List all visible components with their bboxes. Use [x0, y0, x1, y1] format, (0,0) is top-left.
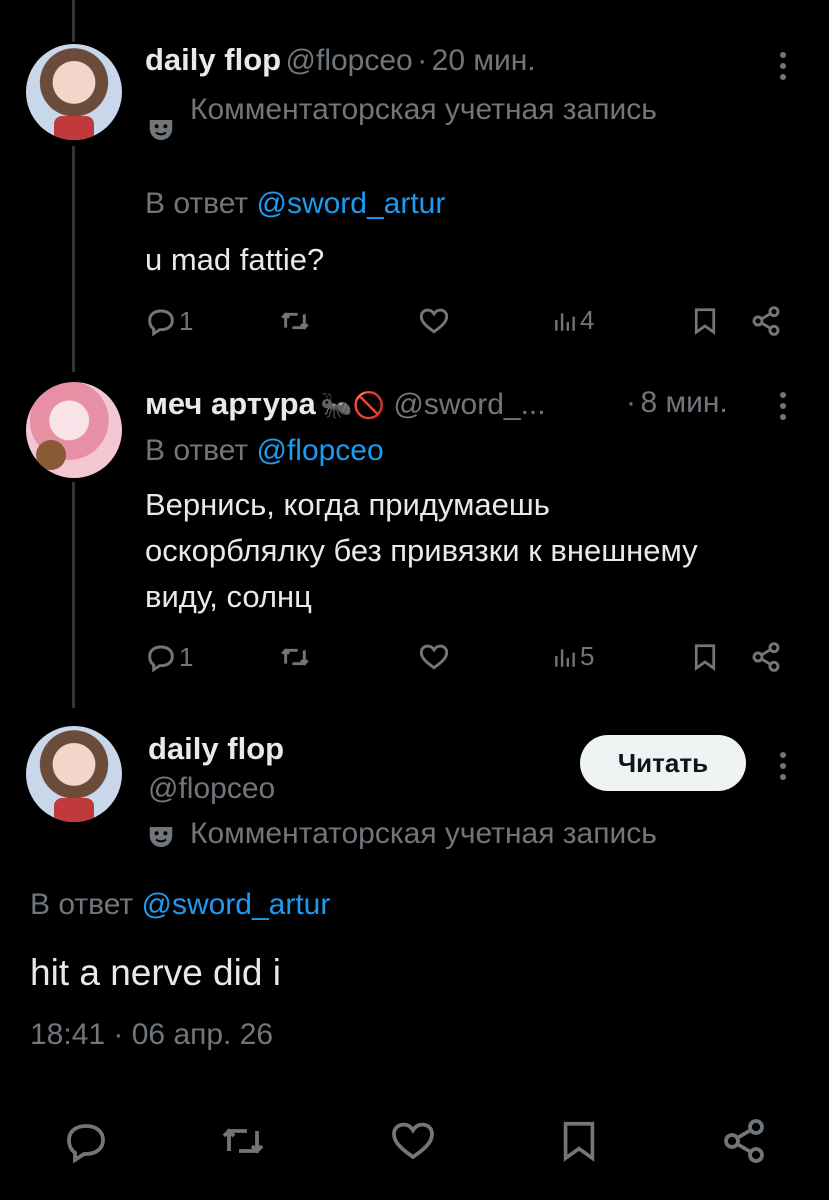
heart-icon: [419, 644, 449, 670]
author-handle[interactable]: @flopceo: [286, 44, 413, 77]
thread-line-1: [72, 146, 75, 372]
tweet-time[interactable]: 8 мин.: [640, 386, 727, 419]
share-button[interactable]: [750, 641, 782, 673]
tweet-text: u mad fattie?: [145, 242, 325, 277]
reply-count: 1: [179, 305, 194, 336]
reply-icon: [148, 645, 174, 673]
tweet-timestamp[interactable]: 18:41 · 06 апр. 26: [30, 1018, 273, 1052]
follow-button[interactable]: Читать: [580, 735, 746, 791]
views-icon: [555, 648, 575, 667]
avatar[interactable]: [26, 382, 122, 478]
mask-icon: [149, 827, 173, 847]
author-emoji: 🐜🚫: [320, 390, 385, 420]
retweet-icon: [281, 648, 309, 666]
bookmark-icon: [563, 1121, 595, 1162]
reply-button[interactable]: 1: [145, 305, 193, 337]
retweet-button[interactable]: [278, 641, 312, 673]
views-count: 5: [580, 641, 595, 671]
share-button[interactable]: [750, 305, 782, 337]
like-button[interactable]: [417, 641, 451, 673]
tweet-text-line: Вернись, когда придумаешь: [145, 487, 550, 522]
more-icon[interactable]: [779, 52, 787, 85]
tweet-text-line: виду, солнц: [145, 579, 312, 614]
author-name[interactable]: меч артура: [145, 386, 316, 421]
bookmark-icon: [694, 644, 716, 671]
bookmark-button[interactable]: [690, 641, 720, 673]
reply-icon: [67, 1124, 105, 1164]
more-icon[interactable]: [779, 392, 787, 425]
reply-prefix: В ответ: [145, 187, 249, 220]
separator-dot: ·: [417, 44, 428, 77]
bookmark-button[interactable]: [690, 305, 720, 337]
share-button[interactable]: [720, 1117, 768, 1165]
author-name[interactable]: daily flop: [148, 731, 284, 767]
reply-button[interactable]: [62, 1117, 110, 1165]
thread-line-2: [72, 482, 75, 708]
reply-prefix: В ответ: [30, 888, 134, 921]
retweet-button[interactable]: [218, 1117, 268, 1165]
tweet-text-line: оскорблялку без привязки к внешнему: [145, 533, 698, 568]
commentator-badge: Комментаторская учетная запись: [190, 817, 657, 850]
author-name[interactable]: daily flop: [145, 42, 281, 77]
views-button[interactable]: 4: [552, 305, 594, 336]
bookmark-icon: [694, 308, 716, 335]
heart-icon: [419, 308, 449, 334]
more-icon[interactable]: [779, 752, 787, 785]
share-icon: [724, 1119, 764, 1163]
like-button[interactable]: [417, 305, 451, 337]
retweet-icon: [222, 1128, 264, 1154]
heart-icon: [392, 1122, 434, 1160]
retweet-icon: [281, 312, 309, 330]
avatar[interactable]: [26, 726, 122, 822]
views-icon: [555, 312, 575, 331]
tweet-text: Вернись, когда придумаешь оскорблялку бе…: [145, 482, 698, 620]
views-button[interactable]: 5: [552, 641, 594, 672]
commentator-badge: Комментаторская учетная запись: [190, 93, 657, 126]
reply-icon: [148, 309, 174, 337]
reply-mention[interactable]: @sword_artur: [256, 187, 445, 220]
reply-mention[interactable]: @flopceo: [256, 434, 383, 467]
retweet-button[interactable]: [278, 305, 312, 337]
views-count: 4: [580, 305, 595, 335]
author-handle[interactable]: @sword_...: [393, 388, 545, 421]
mask-icon: [149, 120, 173, 140]
like-button[interactable]: [388, 1117, 438, 1165]
share-icon: [752, 642, 780, 672]
author-handle[interactable]: @flopceo: [148, 772, 275, 806]
bookmark-button[interactable]: [556, 1117, 602, 1165]
thread-line-top: [72, 0, 75, 42]
avatar[interactable]: [26, 44, 122, 140]
reply-mention[interactable]: @sword_artur: [141, 888, 330, 921]
share-icon: [752, 306, 780, 336]
reply-prefix: В ответ: [145, 434, 249, 467]
separator-dot: ·: [626, 386, 636, 419]
reply-count: 1: [179, 641, 194, 672]
reply-button[interactable]: 1: [145, 641, 193, 673]
tweet-text: hit a nerve did i: [30, 952, 281, 993]
tweet-time[interactable]: 20 мин.: [432, 44, 536, 77]
